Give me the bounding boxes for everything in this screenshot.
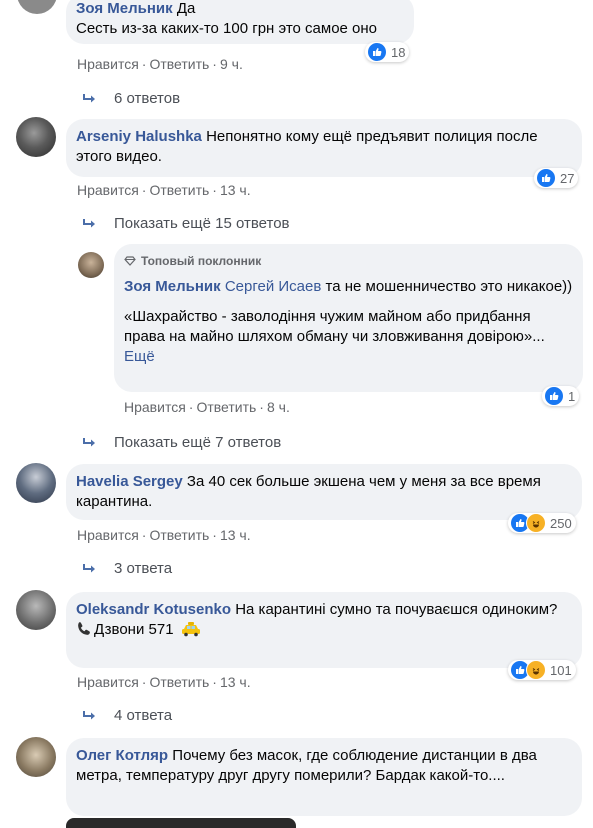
- reaction-summary[interactable]: 27: [534, 168, 579, 188]
- view-replies-link[interactable]: 4 ответа: [82, 706, 172, 726]
- comment-bubble: Arseniy Halushka Непонятно кому ещё пред…: [66, 119, 582, 177]
- timestamp[interactable]: 9 ч.: [220, 56, 243, 72]
- timestamp[interactable]: 13 ч.: [220, 674, 251, 690]
- comment-actions: Нравится · Ответить · 13 ч.: [77, 182, 251, 198]
- taxi-icon: [181, 621, 201, 643]
- view-replies-link[interactable]: 6 ответов: [82, 89, 180, 109]
- view-replies-link[interactable]: Показать ещё 15 ответов: [82, 214, 290, 234]
- timestamp[interactable]: 13 ч.: [220, 182, 251, 198]
- reply-link[interactable]: Ответить: [149, 527, 209, 543]
- comment-author[interactable]: Oleksandr Kotusenko: [76, 601, 231, 618]
- like-link[interactable]: Нравится: [124, 399, 186, 415]
- replies-label: 6 ответов: [114, 90, 181, 107]
- reaction-count: 27: [560, 170, 575, 186]
- reaction-summary[interactable]: 1: [542, 386, 580, 406]
- haha-reaction-icon: [526, 513, 546, 533]
- comment-bubble: Зоя Мельник Да Сесть из-за каких-то 100 …: [66, 0, 414, 44]
- timestamp[interactable]: 8 ч.: [267, 399, 290, 415]
- like-link[interactable]: Нравится: [77, 56, 139, 72]
- reaction-count: 250: [550, 515, 572, 531]
- reply-link[interactable]: Ответить: [149, 182, 209, 198]
- reply-arrow-icon: [82, 93, 100, 105]
- comment-author[interactable]: Олег Котляр: [76, 747, 168, 764]
- haha-reaction-icon: [526, 660, 546, 680]
- comment-text: На карантині сумно та почуваєшся одиноки…: [235, 601, 558, 618]
- reply-arrow-icon: [82, 563, 100, 575]
- reply-arrow-icon: [82, 710, 100, 722]
- comment-text-line: Дзвони 571: [94, 621, 174, 638]
- reaction-summary[interactable]: 250: [508, 513, 576, 533]
- comment-author[interactable]: Havelia Sergey: [76, 473, 183, 490]
- view-replies-link[interactable]: Показать ещё 7 ответов: [82, 433, 281, 453]
- avatar[interactable]: [16, 590, 56, 630]
- comment-actions: Нравится · Ответить · 13 ч.: [77, 674, 251, 690]
- reaction-count: 101: [550, 662, 572, 678]
- telephone-icon: [76, 621, 92, 643]
- avatar[interactable]: [78, 252, 104, 278]
- quote-text: «Шахрайство - заволодіння чужим майном а…: [124, 308, 545, 345]
- diamond-icon: [124, 256, 136, 266]
- reaction-summary[interactable]: 18: [365, 42, 410, 62]
- avatar[interactable]: [16, 463, 56, 503]
- top-fan-badge: Топовый поклонник: [124, 251, 573, 271]
- reply-arrow-icon: [82, 218, 100, 230]
- comment-actions: Нравится · Ответить · 9 ч.: [77, 56, 243, 72]
- comment-bubble: Havelia Sergey За 40 сек больше экшена ч…: [66, 464, 582, 520]
- comment-bubble: Олег Котляр Почему без масок, где соблюд…: [66, 738, 582, 816]
- like-link[interactable]: Нравится: [77, 674, 139, 690]
- replies-label: Показать ещё 15 ответов: [114, 215, 290, 232]
- comment-author[interactable]: Arseniy Halushka: [76, 128, 202, 145]
- comment-author[interactable]: Зоя Мельник: [124, 278, 221, 295]
- reply-link[interactable]: Ответить: [149, 56, 209, 72]
- replies-label: 3 ответа: [114, 560, 173, 577]
- comment-text: Да: [176, 0, 196, 17]
- comment-text-line: Сесть из-за каких-то 100 грн это самое о…: [76, 20, 378, 37]
- mention-link[interactable]: Сергей Исаев: [225, 278, 321, 295]
- avatar[interactable]: [16, 737, 56, 777]
- replies-label: 4 ответа: [114, 707, 173, 724]
- like-reaction-icon: [544, 386, 564, 406]
- comment-bubble: Oleksandr Kotusenko На карантині сумно т…: [66, 592, 582, 668]
- reaction-summary[interactable]: 101: [508, 660, 576, 680]
- comment-author[interactable]: Зоя Мельник: [76, 0, 173, 17]
- comment-actions: Нравится · Ответить · 8 ч.: [124, 399, 290, 415]
- reaction-count: 18: [391, 44, 406, 60]
- comment-text: та не мошенничество это никакое)): [325, 278, 573, 295]
- next-comment-preview: [66, 818, 296, 828]
- reply-link[interactable]: Ответить: [149, 674, 209, 690]
- avatar[interactable]: [16, 117, 56, 157]
- reaction-count: 1: [568, 388, 576, 404]
- like-link[interactable]: Нравится: [77, 527, 139, 543]
- avatar[interactable]: [17, 0, 57, 14]
- timestamp[interactable]: 13 ч.: [220, 527, 251, 543]
- like-reaction-icon: [367, 42, 387, 62]
- reply-arrow-icon: [82, 437, 100, 449]
- like-link[interactable]: Нравится: [77, 182, 139, 198]
- comment-actions: Нравится · Ответить · 13 ч.: [77, 527, 251, 543]
- like-reaction-icon: [536, 168, 556, 188]
- see-more-link[interactable]: Ещё: [124, 348, 155, 365]
- view-replies-link[interactable]: 3 ответа: [82, 559, 172, 579]
- reply-link[interactable]: Ответить: [196, 399, 256, 415]
- comment-bubble: Топовый поклонник Зоя Мельник Сергей Иса…: [114, 244, 583, 392]
- replies-label: Показать ещё 7 ответов: [114, 434, 282, 451]
